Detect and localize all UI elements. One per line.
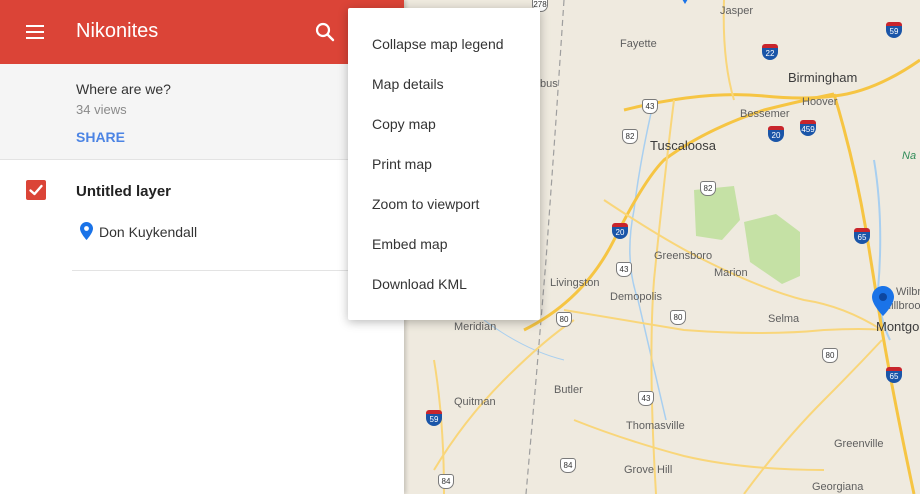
map-city-label: Livingston — [550, 277, 600, 289]
menu-item-download-kml[interactable]: Download KML — [348, 264, 540, 304]
menu-item-print-map[interactable]: Print map — [348, 144, 540, 184]
map-marker-pin-icon[interactable] — [676, 0, 694, 6]
map-options-menu: Collapse map legend Map details Copy map… — [348, 8, 540, 320]
us-highway-shield: 43 — [616, 262, 632, 277]
map-city-label: Demopolis — [610, 291, 662, 303]
interstate-shield: 59 — [886, 22, 902, 38]
map-legend-panel: Nikonites Where are we? 34 views SHARE U… — [0, 0, 404, 494]
layer-visibility-checkbox[interactable] — [26, 180, 46, 200]
view-count: 34 views — [76, 102, 127, 117]
map-city-label: Hoover — [802, 96, 838, 108]
map-city-label: Georgiana — [812, 481, 864, 493]
interstate-shield: 22 — [762, 44, 778, 60]
panel-header: Nikonites — [0, 0, 404, 64]
menu-item-map-details[interactable]: Map details — [348, 64, 540, 104]
interstate-shield: 459 — [800, 120, 816, 136]
map-city-label: Selma — [768, 313, 800, 325]
map-city-label: Grove Hill — [624, 464, 673, 476]
map-info-section: Where are we? 34 views SHARE — [0, 64, 404, 160]
checkmark-icon — [29, 184, 43, 196]
map-city-label: Meridian — [454, 321, 497, 333]
map-description: Where are we? — [76, 81, 171, 97]
share-button[interactable]: SHARE — [76, 129, 125, 145]
map-city-label: Bessemer — [740, 108, 790, 120]
map-city-label: Birmingham — [788, 70, 858, 85]
map-city-label: bus — [540, 78, 558, 90]
us-highway-shield: 82 — [622, 129, 638, 144]
menu-icon[interactable] — [24, 22, 48, 42]
map-city-label: Greenville — [834, 438, 884, 450]
menu-item-zoom-to-viewport[interactable]: Zoom to viewport — [348, 184, 540, 224]
map-city-label: Quitman — [454, 396, 496, 408]
interstate-shield: 65 — [886, 367, 902, 383]
interstate-shield: 20 — [768, 126, 784, 142]
us-highway-shield: 84 — [438, 474, 454, 489]
map-city-label: Tuscaloosa — [650, 138, 716, 153]
us-highway-shield: 43 — [642, 99, 658, 114]
menu-item-embed-map[interactable]: Embed map — [348, 224, 540, 264]
map-city-label: Fayette — [620, 38, 657, 50]
us-highway-shield: 80 — [556, 312, 572, 327]
map-city-label: Na — [902, 150, 917, 162]
map-city-label: Wilbro — [896, 286, 920, 298]
us-highway-shield: 82 — [700, 181, 716, 196]
layer-place-item[interactable]: Don Kuykendall — [99, 224, 197, 240]
us-highway-shield: 84 — [560, 458, 576, 473]
menu-item-copy-map[interactable]: Copy map — [348, 104, 540, 144]
us-highway-shield: 80 — [670, 310, 686, 325]
map-title: Nikonites — [76, 20, 159, 42]
map-city-label: Greensboro — [654, 250, 713, 262]
interstate-shield: 59 — [426, 410, 442, 426]
map-city-label: Thomasville — [626, 420, 685, 432]
interstate-shield: 20 — [612, 223, 628, 239]
us-highway-shield: 43 — [638, 391, 654, 406]
map-marker-pin-icon[interactable] — [872, 286, 894, 316]
map-city-label: Montgo — [876, 319, 920, 334]
search-icon[interactable] — [313, 20, 337, 44]
us-highway-shield: 80 — [822, 348, 838, 363]
layer-title[interactable]: Untitled layer — [76, 183, 171, 200]
menu-item-collapse-legend[interactable]: Collapse map legend — [348, 24, 540, 64]
map-city-label: Butler — [554, 384, 583, 396]
place-pin-icon — [80, 222, 93, 240]
map-city-label: Jasper — [720, 5, 754, 17]
interstate-shield: 65 — [854, 228, 870, 244]
map-city-label: Marion — [714, 267, 748, 279]
